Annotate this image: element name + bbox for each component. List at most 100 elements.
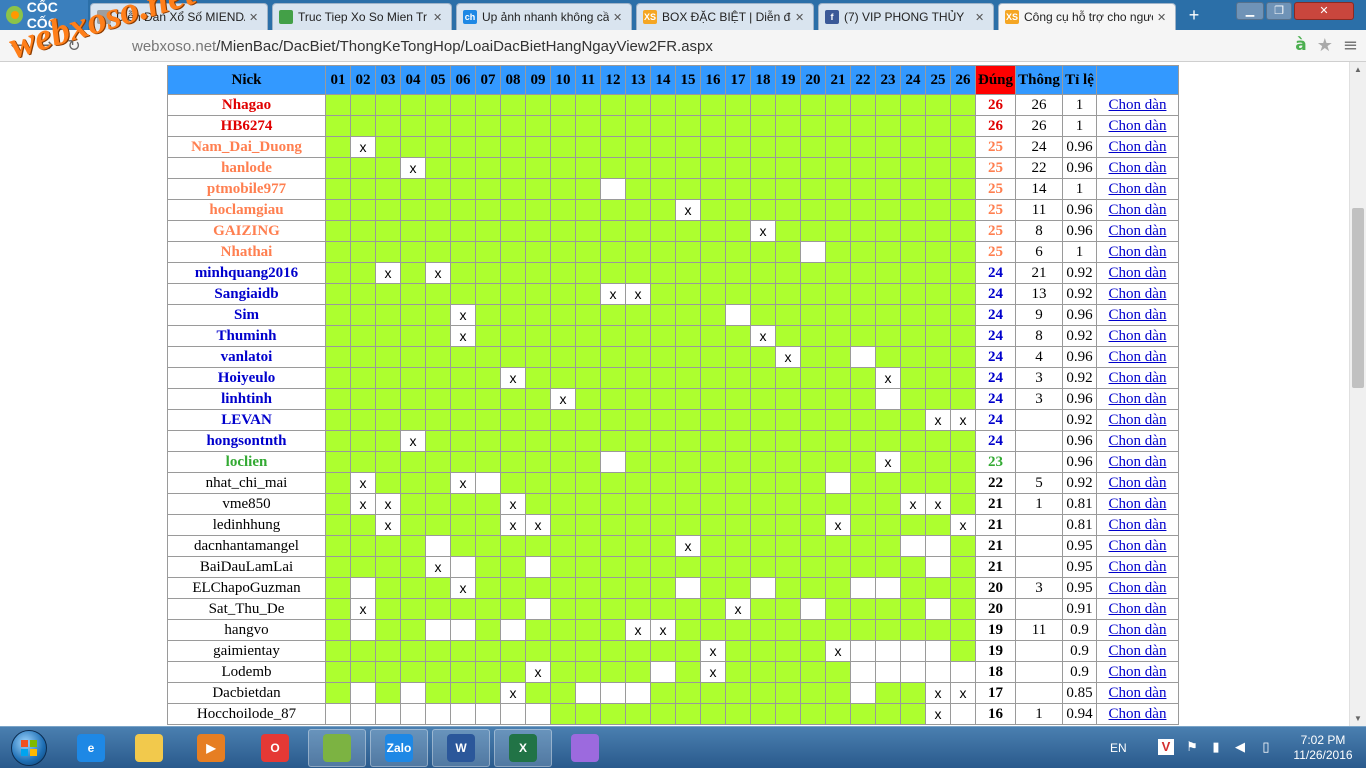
- chon-dan-link[interactable]: Chon dàn: [1109, 202, 1167, 218]
- chon-dan-link[interactable]: Chon dàn: [1109, 601, 1167, 617]
- chon-dan-link[interactable]: Chon dàn: [1109, 97, 1167, 113]
- chon-dan-link[interactable]: Chon dàn: [1109, 391, 1167, 407]
- hit-cell: [375, 388, 401, 410]
- hit-cell: [725, 220, 751, 242]
- browser-tab[interactable]: XS Công cụ hỗ trợ cho người ✕: [998, 3, 1176, 30]
- chon-dan-link[interactable]: Chon dàn: [1109, 244, 1167, 260]
- battery-icon[interactable]: ▯: [1258, 739, 1274, 755]
- chon-dan-link[interactable]: Chon dàn: [1109, 706, 1167, 722]
- hit-cell: [425, 577, 451, 599]
- chon-dan-link[interactable]: Chon dàn: [1109, 580, 1167, 596]
- chon-dan-link[interactable]: Chon dàn: [1109, 160, 1167, 176]
- tab-close-icon[interactable]: ✕: [613, 11, 625, 24]
- new-tab-button[interactable]: +: [1185, 6, 1203, 24]
- hit-cell: [675, 409, 701, 431]
- start-button[interactable]: [4, 728, 54, 768]
- clock[interactable]: 7:02 PM 11/26/2016: [1292, 733, 1354, 763]
- hit-cell: [500, 283, 526, 305]
- taskbar-app-button[interactable]: ▶: [182, 729, 240, 767]
- chon-dan-link[interactable]: Chon dàn: [1109, 622, 1167, 638]
- tab-close-icon[interactable]: ✕: [433, 11, 445, 24]
- chon-dan-link[interactable]: Chon dàn: [1109, 685, 1167, 701]
- url-field[interactable]: webxoso.net/MienBac/DacBiet/ThongKeTongH…: [132, 38, 713, 55]
- taskbar-app-button[interactable]: [308, 729, 366, 767]
- hit-cell: [350, 325, 376, 347]
- hit-cell: [400, 304, 426, 326]
- close-window-button[interactable]: ✕: [1294, 2, 1354, 20]
- page-scrollbar[interactable]: ▲ ▼: [1349, 62, 1366, 726]
- chon-dan-link[interactable]: Chon dàn: [1109, 265, 1167, 281]
- nick-cell: Sim: [167, 304, 326, 326]
- chon-dan-link[interactable]: Chon dàn: [1109, 349, 1167, 365]
- scrollbar-thumb[interactable]: [1352, 208, 1364, 388]
- flag-notification-icon[interactable]: ⚑: [1184, 739, 1200, 755]
- chon-dan-link[interactable]: Chon dàn: [1109, 454, 1167, 470]
- dung-count: 26: [975, 115, 1016, 137]
- chon-dan-link[interactable]: Chon dàn: [1109, 496, 1167, 512]
- hit-cell: [775, 388, 801, 410]
- hit-cell: [700, 682, 726, 704]
- chon-dan-link[interactable]: Chon dàn: [1109, 328, 1167, 344]
- taskbar-app-button[interactable]: [556, 729, 614, 767]
- scroll-up-icon[interactable]: ▲: [1354, 65, 1363, 74]
- browser-tab[interactable]: Truc Tiep Xo So Mien Tr ✕: [272, 3, 452, 30]
- chon-dan-link[interactable]: Chon dàn: [1109, 517, 1167, 533]
- hit-cell: [575, 514, 601, 536]
- chon-dan-link[interactable]: Chon dàn: [1109, 412, 1167, 428]
- chon-dan-link[interactable]: Chon dàn: [1109, 643, 1167, 659]
- chon-dan-link[interactable]: Chon dàn: [1109, 370, 1167, 386]
- hit-cell: [800, 199, 826, 221]
- dung-count: 25: [975, 199, 1016, 221]
- tab-close-icon[interactable]: ✕: [975, 11, 987, 24]
- miss-cell: x: [375, 514, 401, 536]
- browser-tab[interactable]: ch Up ảnh nhanh không cần ✕: [456, 3, 632, 30]
- language-indicator[interactable]: EN: [1110, 741, 1127, 755]
- browser-window: CỐC CỐC Diễn Đàn Xổ Số MIENDA ✕ Truc Tiep …: [0, 0, 1366, 768]
- browser-tab[interactable]: f (7) VIP PHONG THỦY ✕: [818, 3, 994, 30]
- restore-button[interactable]: ❐: [1266, 2, 1292, 20]
- miss-cell: x: [550, 388, 576, 410]
- hit-cell: [625, 304, 651, 326]
- hit-cell: [525, 388, 551, 410]
- chon-dan-link[interactable]: Chon dàn: [1109, 538, 1167, 554]
- chon-dan-link[interactable]: Chon dàn: [1109, 559, 1167, 575]
- unikey-icon[interactable]: V: [1158, 739, 1174, 755]
- network-icon[interactable]: ▮: [1208, 739, 1224, 755]
- hit-cell: [625, 556, 651, 578]
- chon-dan-link[interactable]: Chon dàn: [1109, 475, 1167, 491]
- taskbar-app-button[interactable]: X: [494, 729, 552, 767]
- tab-close-icon[interactable]: ✕: [1157, 11, 1169, 24]
- bookmark-star-icon[interactable]: ★: [1317, 35, 1333, 56]
- chon-dan-link[interactable]: Chon dàn: [1109, 118, 1167, 134]
- thong-count: 4: [1015, 346, 1063, 368]
- taskbar-app-button[interactable]: W: [432, 729, 490, 767]
- volume-icon[interactable]: ◀: [1232, 739, 1248, 755]
- hit-cell: [875, 136, 901, 158]
- chon-dan-cell: Chon dàn: [1096, 451, 1179, 473]
- chon-dan-link[interactable]: Chon dàn: [1109, 664, 1167, 680]
- taskbar-app-button[interactable]: e: [62, 729, 120, 767]
- hit-cell: [425, 514, 451, 536]
- hit-cell: [925, 472, 951, 494]
- taskbar-app-button[interactable]: [120, 729, 178, 767]
- tab-close-icon[interactable]: ✕: [249, 11, 261, 24]
- translate-icon[interactable]: à: [1295, 35, 1306, 56]
- scroll-down-icon[interactable]: ▼: [1354, 714, 1363, 723]
- tab-close-icon[interactable]: ✕: [795, 11, 807, 24]
- chon-dan-link[interactable]: Chon dàn: [1109, 223, 1167, 239]
- taskbar-app-button[interactable]: Zalo: [370, 729, 428, 767]
- browser-tab[interactable]: XS BOX ĐẶC BIỆT | Diễn đàn ✕: [636, 3, 814, 30]
- chon-dan-link[interactable]: Chon dàn: [1109, 139, 1167, 155]
- hit-cell: [600, 598, 626, 620]
- hit-cell: [800, 472, 826, 494]
- minimize-button[interactable]: ▁: [1236, 2, 1264, 20]
- hit-cell: [625, 514, 651, 536]
- chon-dan-link[interactable]: Chon dàn: [1109, 307, 1167, 323]
- menu-icon[interactable]: ≡: [1343, 35, 1358, 56]
- chon-dan-link[interactable]: Chon dàn: [1109, 433, 1167, 449]
- chon-dan-link[interactable]: Chon dàn: [1109, 181, 1167, 197]
- hit-cell: [525, 409, 551, 431]
- taskbar-app-button[interactable]: O: [246, 729, 304, 767]
- chon-dan-link[interactable]: Chon dàn: [1109, 286, 1167, 302]
- hit-cell: [850, 178, 876, 200]
